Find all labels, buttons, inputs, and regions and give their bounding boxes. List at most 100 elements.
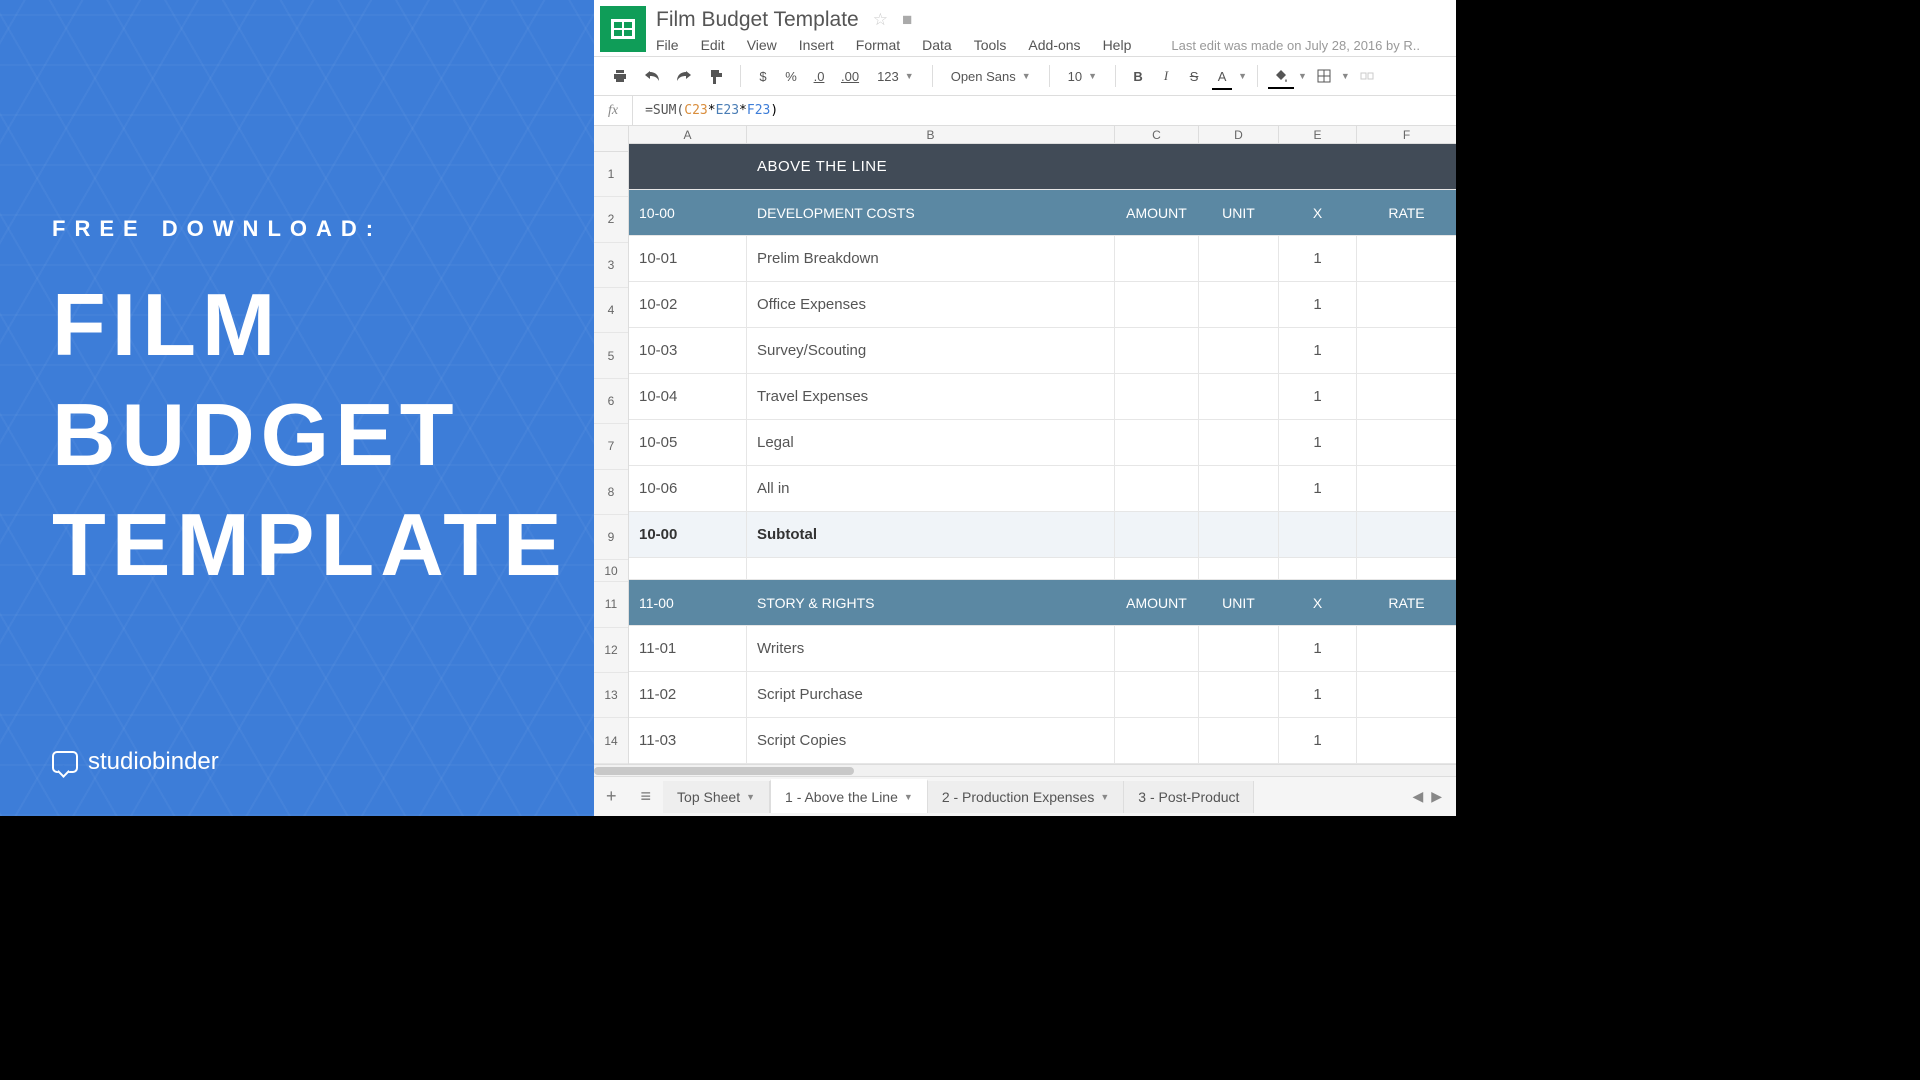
- tab-scroll-right-icon[interactable]: ▶: [1431, 788, 1442, 805]
- cell[interactable]: 10-02: [629, 282, 747, 327]
- borders-icon[interactable]: [1311, 65, 1337, 87]
- cell[interactable]: [1357, 374, 1456, 419]
- font-family-select[interactable]: Open Sans▼: [943, 69, 1039, 84]
- cell[interactable]: 11-00: [629, 580, 747, 625]
- cell[interactable]: [1199, 328, 1279, 373]
- cell[interactable]: [629, 558, 747, 579]
- menu-help[interactable]: Help: [1103, 37, 1132, 53]
- row-header[interactable]: 5: [594, 333, 628, 378]
- menu-edit[interactable]: Edit: [701, 37, 725, 53]
- cell[interactable]: 10-00: [629, 190, 747, 235]
- cell[interactable]: 1: [1279, 328, 1357, 373]
- col-header[interactable]: E: [1279, 126, 1357, 143]
- sheet-tab[interactable]: 3 - Post-Product: [1124, 781, 1254, 813]
- cell[interactable]: [1115, 236, 1199, 281]
- col-header[interactable]: B: [747, 126, 1115, 143]
- col-header[interactable]: A: [629, 126, 747, 143]
- menu-file[interactable]: File: [656, 37, 679, 53]
- row-header[interactable]: 6: [594, 379, 628, 424]
- cell[interactable]: Script Copies: [747, 718, 1115, 763]
- sheet-tab[interactable]: 2 - Production Expenses▼: [928, 781, 1124, 813]
- row-header[interactable]: 9: [594, 515, 628, 560]
- cell[interactable]: 10-04: [629, 374, 747, 419]
- cell[interactable]: [1199, 558, 1279, 579]
- sheets-app-icon[interactable]: [600, 6, 646, 52]
- cell[interactable]: [1357, 626, 1456, 671]
- cell[interactable]: 1: [1279, 282, 1357, 327]
- chevron-down-icon[interactable]: ▼: [1238, 71, 1247, 81]
- add-sheet-button[interactable]: +: [594, 786, 629, 807]
- menu-insert[interactable]: Insert: [799, 37, 834, 53]
- row-header[interactable]: 3: [594, 243, 628, 288]
- row-header[interactable]: 13: [594, 673, 628, 718]
- fill-color-icon[interactable]: [1268, 65, 1294, 87]
- bold-button[interactable]: B: [1126, 65, 1150, 88]
- cell[interactable]: [1199, 466, 1279, 511]
- cell[interactable]: 10-05: [629, 420, 747, 465]
- chevron-down-icon[interactable]: ▼: [1341, 71, 1350, 81]
- cell[interactable]: ABOVE THE LINE: [747, 144, 1115, 189]
- cell[interactable]: 10-03: [629, 328, 747, 373]
- undo-icon[interactable]: [638, 65, 666, 87]
- cell[interactable]: [1279, 558, 1357, 579]
- redo-icon[interactable]: [670, 65, 698, 87]
- cell[interactable]: Prelim Breakdown: [747, 236, 1115, 281]
- cell[interactable]: Writers: [747, 626, 1115, 671]
- cell[interactable]: [1115, 718, 1199, 763]
- cell[interactable]: 10-00: [629, 512, 747, 557]
- format-currency[interactable]: $: [751, 65, 775, 88]
- cell[interactable]: [629, 144, 747, 189]
- cell[interactable]: [1357, 282, 1456, 327]
- star-icon[interactable]: ☆: [873, 10, 888, 30]
- cell[interactable]: AMOUNT: [1115, 580, 1199, 625]
- print-icon[interactable]: [606, 64, 634, 88]
- cell[interactable]: [1199, 626, 1279, 671]
- cell[interactable]: [1115, 328, 1199, 373]
- cell[interactable]: [1357, 236, 1456, 281]
- row-header[interactable]: 14: [594, 718, 628, 763]
- cell[interactable]: [1199, 374, 1279, 419]
- cell[interactable]: Subtotal: [747, 512, 1115, 557]
- cell[interactable]: [1115, 420, 1199, 465]
- cell[interactable]: [1357, 420, 1456, 465]
- row-header[interactable]: 8: [594, 470, 628, 515]
- cell[interactable]: Survey/Scouting: [747, 328, 1115, 373]
- horizontal-scrollbar[interactable]: [594, 764, 1456, 776]
- menu-format[interactable]: Format: [856, 37, 900, 53]
- row-header[interactable]: 10: [594, 560, 628, 582]
- cell[interactable]: 1: [1279, 466, 1357, 511]
- cell[interactable]: [1199, 282, 1279, 327]
- text-color-button[interactable]: A: [1210, 65, 1234, 88]
- cell[interactable]: STORY & RIGHTS: [747, 580, 1115, 625]
- cell[interactable]: [1115, 558, 1199, 579]
- cell[interactable]: 11-03: [629, 718, 747, 763]
- folder-icon[interactable]: ■: [902, 10, 912, 30]
- row-header[interactable]: 7: [594, 424, 628, 469]
- cell[interactable]: [1357, 512, 1456, 557]
- all-sheets-icon[interactable]: ≡: [629, 786, 664, 807]
- paint-format-icon[interactable]: [702, 64, 730, 88]
- cell[interactable]: [1357, 144, 1456, 189]
- row-header[interactable]: 1: [594, 152, 628, 197]
- cell[interactable]: [1199, 512, 1279, 557]
- cell[interactable]: [1199, 420, 1279, 465]
- col-header[interactable]: D: [1199, 126, 1279, 143]
- menu-tools[interactable]: Tools: [974, 37, 1007, 53]
- cell[interactable]: Travel Expenses: [747, 374, 1115, 419]
- cell[interactable]: X: [1279, 580, 1357, 625]
- strikethrough-button[interactable]: S: [1182, 65, 1206, 88]
- cell[interactable]: [1115, 672, 1199, 717]
- cell[interactable]: 1: [1279, 718, 1357, 763]
- cell[interactable]: [1115, 144, 1199, 189]
- cell[interactable]: 11-02: [629, 672, 747, 717]
- tab-scroll-left-icon[interactable]: ◀: [1412, 788, 1423, 805]
- menu-data[interactable]: Data: [922, 37, 952, 53]
- select-all-corner[interactable]: [594, 126, 628, 152]
- cell[interactable]: UNIT: [1199, 580, 1279, 625]
- format-percent[interactable]: %: [779, 65, 803, 88]
- cell[interactable]: [1115, 282, 1199, 327]
- cell[interactable]: [1357, 328, 1456, 373]
- cell[interactable]: [1357, 718, 1456, 763]
- cell[interactable]: [1199, 672, 1279, 717]
- cell[interactable]: 1: [1279, 626, 1357, 671]
